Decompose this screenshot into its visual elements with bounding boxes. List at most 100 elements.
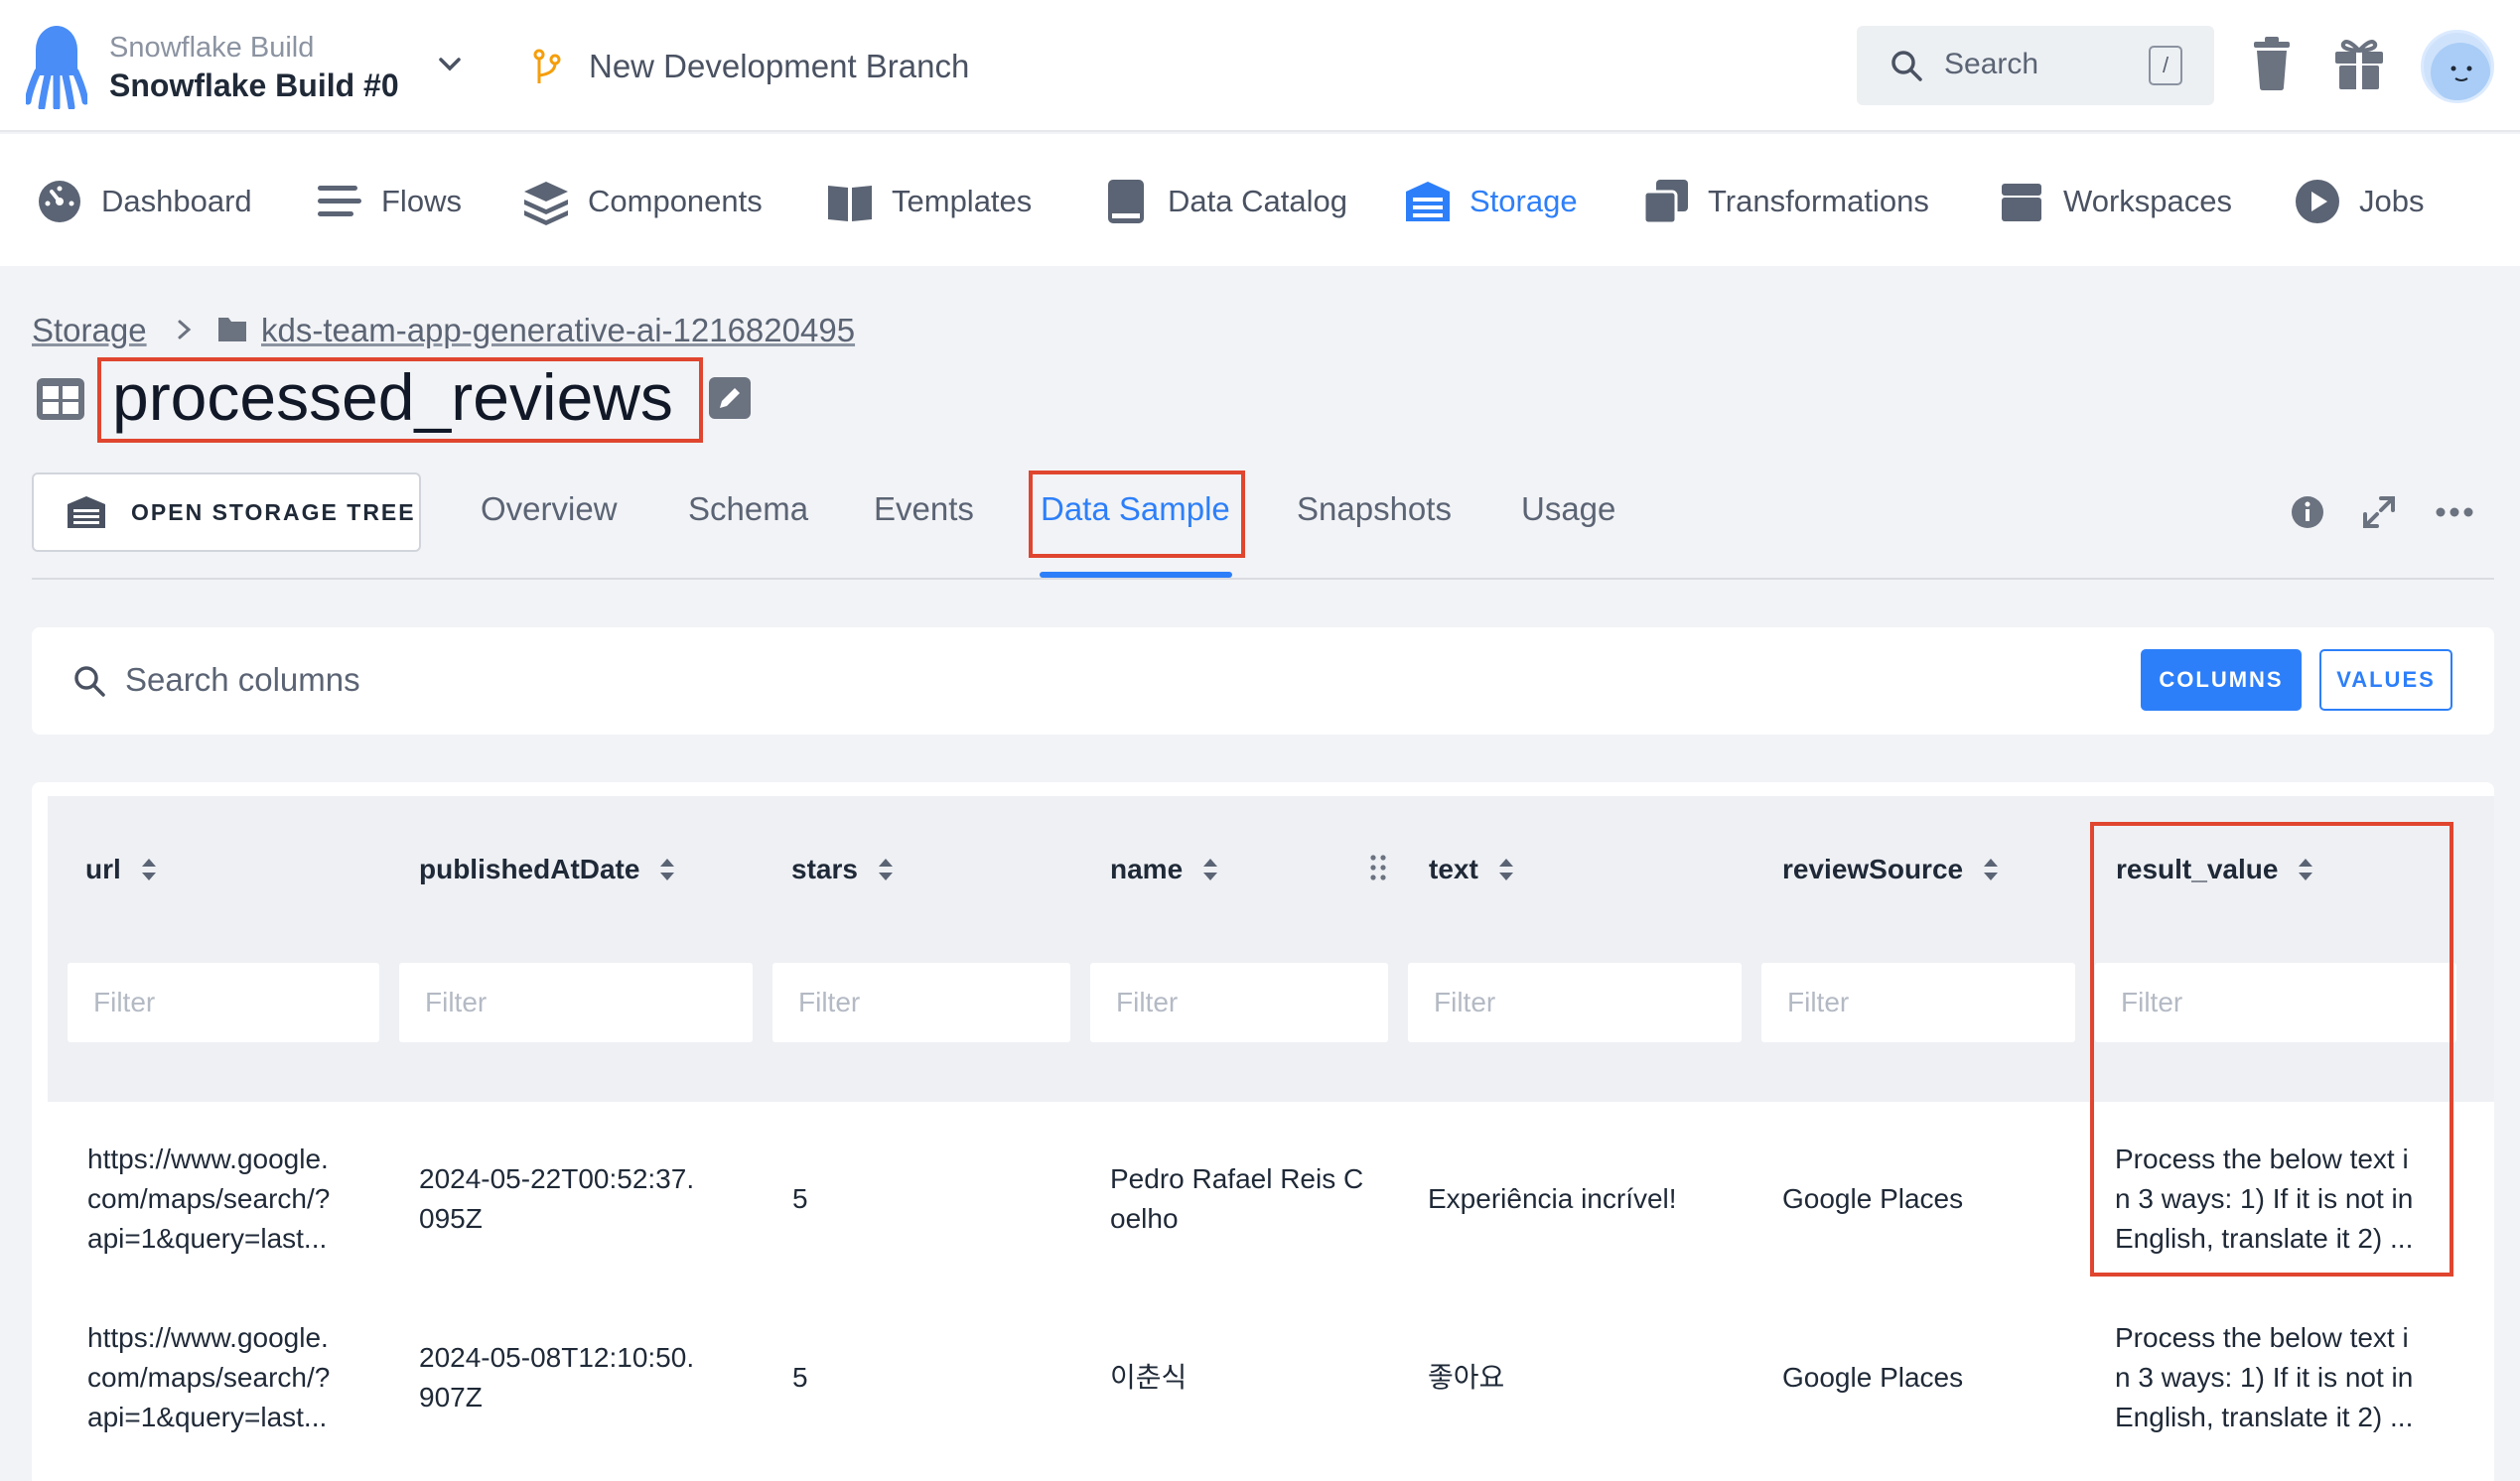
cell-line: com/maps/search/? [87, 1362, 331, 1393]
templates-icon [828, 186, 872, 221]
column-label: text [1429, 854, 1478, 884]
sort-icon[interactable] [1496, 856, 1516, 883]
branch-icon [533, 49, 561, 83]
keboola-logo-icon[interactable] [26, 24, 87, 109]
cell-result-value: Process the below text i n 3 ways: 1) If… [2115, 1318, 2413, 1437]
breadcrumb-storage-link[interactable]: Storage [32, 312, 147, 349]
filter-input-text[interactable]: Filter [1408, 963, 1742, 1042]
search-icon [1891, 51, 1922, 81]
nav-item-storage[interactable]: Storage [1404, 174, 1578, 229]
cell-line: 2024-05-22T00:52:37. [419, 1163, 695, 1194]
top-bar: Snowflake Build Snowflake Build #0 New D… [0, 0, 2520, 132]
chevron-down-icon[interactable] [433, 48, 467, 81]
nav-label-components: Components [588, 184, 763, 218]
result-value-highlight-box [2090, 822, 2453, 1277]
cell-line: 907Z [419, 1382, 483, 1413]
column-header-publishedatdate[interactable]: publishedAtDate [419, 854, 677, 885]
filter-input-publishedatdate[interactable]: Filter [399, 963, 753, 1042]
column-label: publishedAtDate [419, 854, 640, 884]
drag-handle-icon[interactable] [1368, 852, 1388, 883]
project-subtitle: Snowflake Build [109, 32, 315, 64]
filter-input-url[interactable]: Filter [68, 963, 379, 1042]
cell-line: api=1&query=last... [87, 1223, 328, 1254]
nav-label-jobs: Jobs [2359, 184, 2425, 218]
cell-line: https://www.google. [87, 1144, 329, 1174]
info-icon[interactable] [2290, 494, 2325, 530]
tab-overview[interactable]: Overview [481, 490, 618, 528]
workspaces-icon [2002, 184, 2041, 221]
nav-label-data-catalog: Data Catalog [1168, 184, 1347, 218]
cell-reviewsource: Google Places [1782, 1183, 1964, 1214]
cell-stars: 5 [792, 1183, 808, 1214]
column-header-stars[interactable]: stars [791, 854, 896, 885]
tab-highlight-box [1029, 471, 1245, 558]
dashboard-icon [39, 181, 80, 222]
tab-schema[interactable]: Schema [688, 490, 808, 528]
sort-icon[interactable] [876, 856, 896, 883]
column-header-text[interactable]: text [1429, 854, 1516, 885]
trash-icon[interactable] [2250, 36, 2294, 91]
branch-name[interactable]: New Development Branch [589, 48, 969, 85]
chevron-right-icon [178, 320, 192, 339]
cell-text: 좋아요 [1428, 1362, 1505, 1393]
title-highlight-box [97, 357, 703, 443]
column-header-reviewsource[interactable]: reviewSource [1782, 854, 2001, 885]
cell-line: https://www.google. [87, 1322, 329, 1353]
cell-name: Pedro Rafael Reis C oelho [1110, 1159, 1363, 1239]
cell-line: api=1&query=last... [87, 1402, 328, 1432]
sort-icon[interactable] [1200, 856, 1220, 883]
edit-icon[interactable] [709, 377, 751, 419]
avatar[interactable] [2421, 30, 2494, 103]
tabs-divider [32, 578, 2494, 580]
project-name[interactable]: Snowflake Build #0 [109, 67, 399, 104]
more-options-icon[interactable] [2435, 506, 2474, 518]
column-header-name[interactable]: name [1110, 854, 1220, 885]
column-header-url[interactable]: url [85, 854, 159, 885]
cell-url: https://www.google. com/maps/search/? ap… [87, 1140, 330, 1259]
sort-icon[interactable] [1981, 856, 2001, 883]
columns-toggle-button[interactable]: COLUMNS [2141, 649, 2302, 711]
cell-line: Process the below text i [2115, 1322, 2409, 1353]
filter-input-reviewsource[interactable]: Filter [1761, 963, 2075, 1042]
search-columns-input[interactable]: Search columns [125, 661, 360, 699]
breadcrumb-bucket-link[interactable]: kds-team-app-generative-ai-1216820495 [261, 312, 855, 349]
folder-icon [218, 318, 246, 341]
nav-label-transformations: Transformations [1708, 184, 1929, 218]
search-placeholder: Search [1944, 48, 2039, 80]
values-toggle-button[interactable]: VALUES [2319, 649, 2452, 711]
cell-line: oelho [1110, 1203, 1179, 1234]
search-columns-panel: Search columns COLUMNS VALUES [32, 627, 2494, 735]
nav-item-jobs[interactable]: Jobs [2294, 174, 2424, 229]
flows-icon [318, 186, 361, 216]
tab-events[interactable]: Events [874, 490, 974, 528]
cell-text: Experiência incrível! [1428, 1183, 1677, 1214]
column-label: reviewSource [1782, 854, 1964, 884]
nav-item-data-catalog[interactable]: Data Catalog [1102, 174, 1347, 229]
storage-icon [68, 496, 105, 528]
tab-usage[interactable]: Usage [1521, 490, 1615, 528]
nav-item-components[interactable]: Components [522, 174, 763, 229]
jobs-icon [2296, 180, 2339, 223]
nav-item-dashboard[interactable]: Dashboard [36, 174, 252, 229]
nav-label-flows: Flows [381, 184, 462, 218]
sort-icon[interactable] [657, 856, 677, 883]
nav-label-templates: Templates [892, 184, 1033, 218]
global-search[interactable]: Search / [1857, 26, 2214, 105]
nav-item-flows[interactable]: Flows [316, 174, 462, 229]
sort-icon[interactable] [139, 856, 159, 883]
open-storage-tree-button[interactable]: OPEN STORAGE TREE [32, 472, 421, 552]
filter-input-stars[interactable]: Filter [772, 963, 1070, 1042]
nav-item-workspaces[interactable]: Workspaces [1998, 174, 2232, 229]
expand-icon[interactable] [2361, 494, 2397, 530]
table-icon [37, 378, 84, 420]
nav-item-templates[interactable]: Templates [826, 174, 1032, 229]
components-icon [524, 182, 568, 225]
cell-publishedatdate: 2024-05-08T12:10:50. 907Z [419, 1338, 694, 1417]
gift-icon[interactable] [2333, 36, 2385, 91]
storage-icon [1406, 182, 1450, 221]
tab-snapshots[interactable]: Snapshots [1297, 490, 1452, 528]
open-storage-tree-label: OPEN STORAGE TREE [131, 498, 416, 525]
nav-item-transformations[interactable]: Transformations [1642, 174, 1929, 229]
filter-input-name[interactable]: Filter [1090, 963, 1388, 1042]
main-nav: Dashboard Flows Components Templates Dat… [0, 134, 2520, 266]
